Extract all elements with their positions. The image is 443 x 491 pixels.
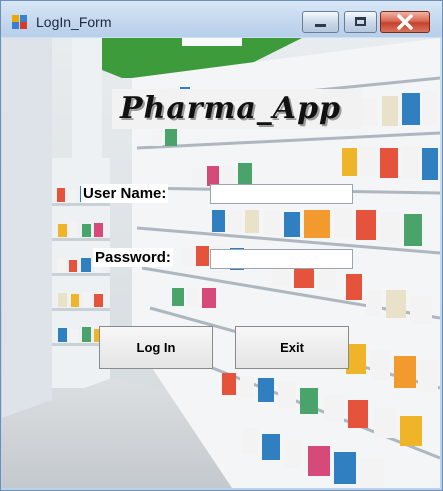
maximize-icon <box>355 17 366 26</box>
close-button[interactable] <box>380 11 430 33</box>
close-icon <box>397 14 413 30</box>
app-brand-banner: Pharma_App <box>112 89 362 129</box>
username-label: User Name: <box>81 184 169 203</box>
login-button[interactable]: Log In <box>99 326 213 369</box>
maximize-button[interactable] <box>344 11 377 33</box>
password-input[interactable] <box>210 249 353 269</box>
minimize-button[interactable] <box>302 11 339 33</box>
form-client-area: Pharma_App User Name: Password: Log In E… <box>2 38 440 488</box>
app-brand-title: Pharma_App <box>120 91 342 126</box>
window-title: LogIn_Form <box>36 14 112 30</box>
app-icon <box>12 15 28 29</box>
login-form-window: LogIn_Form Pharma_App User Name: Passwor… <box>0 0 443 491</box>
password-label: Password: <box>93 248 173 267</box>
minimize-icon <box>315 24 326 27</box>
exit-button[interactable]: Exit <box>235 326 349 369</box>
username-input[interactable] <box>210 184 353 204</box>
title-bar[interactable]: LogIn_Form <box>1 1 442 37</box>
